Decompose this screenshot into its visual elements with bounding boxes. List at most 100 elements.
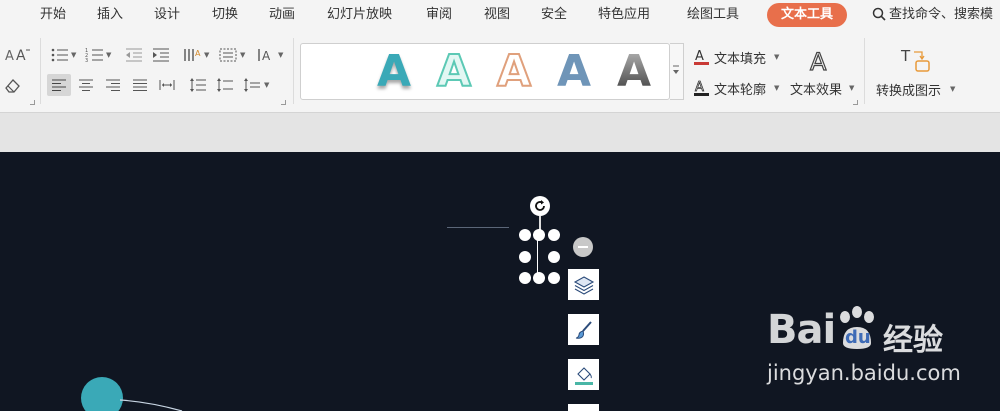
chevron-down-icon[interactable]: ▼ [204, 51, 209, 59]
line-spacing-button[interactable] [186, 74, 210, 96]
paragraph-spacing-button[interactable] [213, 74, 237, 96]
rotate-handle-stem [539, 216, 541, 230]
chevron-down-icon[interactable]: ▼ [278, 51, 283, 59]
align-left-icon [52, 79, 66, 91]
text-fill-icon: A [694, 49, 709, 65]
numbered-list-icon: 123 [85, 48, 103, 63]
numbered-list-button[interactable]: 123 [83, 44, 107, 66]
text-direction-button[interactable]: A [254, 44, 278, 66]
text-columns-button[interactable]: A [180, 44, 204, 66]
svg-text:A: A [195, 49, 201, 58]
svg-text:A: A [262, 49, 271, 63]
tab-design[interactable]: 设计 [154, 0, 180, 30]
resize-handle-top[interactable] [533, 229, 545, 241]
font-group-launcher[interactable] [30, 100, 35, 105]
mindmap-connector [120, 399, 183, 411]
minus-icon [578, 246, 588, 248]
line-spacing-icon [190, 78, 206, 92]
shape-fill-button[interactable] [568, 359, 599, 390]
wordart-group-launcher[interactable] [853, 100, 858, 105]
resize-handle-right[interactable] [548, 251, 560, 263]
columns-icon: A [184, 49, 201, 61]
wordart-style-gallery: A A A A A [300, 43, 670, 100]
text-fill-label: 文本填充 [714, 52, 767, 67]
chevron-down-icon: ▼ [950, 85, 956, 93]
outdent-icon [126, 48, 142, 62]
ribbon-separator [293, 38, 294, 104]
chevron-down-icon[interactable]: ▼ [264, 81, 269, 89]
fill-bucket-icon [574, 366, 593, 385]
font-shrink-icon: A [16, 48, 30, 63]
tab-review[interactable]: 审阅 [426, 0, 452, 30]
distribute-button[interactable] [155, 74, 179, 96]
mindmap-node-circle[interactable] [81, 377, 123, 411]
chevron-down-icon[interactable]: ▼ [240, 51, 245, 59]
justify-button[interactable] [128, 74, 152, 96]
tab-slideshow[interactable]: 幻灯片放映 [327, 0, 392, 30]
resize-handle-left[interactable] [519, 251, 531, 263]
tab-drawing-tools[interactable]: 绘图工具 [687, 0, 739, 30]
bullet-list-button[interactable] [48, 44, 72, 66]
text-effect-button[interactable]: A 文本效果 ▼ [788, 44, 860, 100]
tab-home[interactable]: 开始 [40, 0, 66, 30]
svg-text:A: A [16, 48, 26, 63]
increase-indent-button[interactable] [149, 44, 173, 66]
tab-insert[interactable]: 插入 [97, 0, 123, 30]
text-outline-button[interactable]: A 文本轮廓 ▼ [694, 77, 784, 98]
tab-text-tools[interactable]: 文本工具 [767, 3, 848, 27]
chevron-down-icon[interactable]: ▼ [71, 51, 76, 59]
command-search[interactable]: 查找命令、搜索模 [872, 0, 993, 30]
align-right-button[interactable] [101, 74, 125, 96]
rotate-handle[interactable] [530, 196, 550, 216]
ribbon: A A ▼ 123 ▼ A ▼ ▼ A ▼ ▼ A A A A A A 文本填充… [0, 30, 1000, 112]
ribbon-bottom-strip [0, 112, 1000, 152]
resize-handle-bottom-left[interactable] [519, 272, 531, 284]
clear-format-button[interactable] [0, 74, 24, 96]
paragraph-group-launcher[interactable] [281, 100, 286, 105]
rotate-icon [535, 200, 545, 211]
resize-handle-bottom[interactable] [533, 272, 545, 284]
bullet-list-icon [51, 48, 68, 62]
decrease-indent-button[interactable] [122, 44, 146, 66]
text-align-box-button[interactable] [216, 44, 240, 66]
convert-to-diagram-button[interactable]: T 转换成图示 ▼ [874, 44, 964, 100]
gallery-scroll-button[interactable] [670, 43, 684, 100]
more-quick-actions[interactable] [568, 404, 599, 411]
wordart-style-1[interactable]: A [371, 46, 417, 98]
wordart-style-5[interactable]: A [611, 46, 657, 98]
decrease-font-button[interactable]: A [10, 44, 34, 66]
resize-handle-top-right[interactable] [548, 229, 560, 241]
wordart-style-3[interactable]: A [491, 45, 537, 98]
align-center-icon [79, 79, 93, 91]
spacing-options-icon [244, 78, 260, 92]
ribbon-separator [864, 38, 865, 104]
tab-animation[interactable]: 动画 [269, 0, 295, 30]
align-left-button[interactable] [47, 74, 71, 96]
svg-text:A: A [695, 80, 704, 95]
wordart-style-2[interactable]: A [431, 45, 477, 98]
layer-arrange-button[interactable] [568, 269, 599, 300]
more-styles-icon [673, 65, 679, 74]
search-icon [872, 7, 886, 21]
layers-icon [573, 275, 594, 295]
indent-icon [153, 48, 169, 62]
tab-features[interactable]: 特色应用 [598, 0, 650, 30]
resize-handle-top-left[interactable] [519, 229, 531, 241]
chevron-down-icon[interactable]: ▼ [106, 51, 111, 59]
slide-canvas[interactable] [0, 152, 1000, 411]
align-center-button[interactable] [74, 74, 98, 96]
text-fill-button[interactable]: A 文本填充 ▼ [694, 46, 784, 67]
wordart-style-4[interactable]: A [551, 46, 597, 98]
svg-text:A: A [810, 48, 827, 76]
tab-transition[interactable]: 切换 [212, 0, 238, 30]
shape-style-button[interactable] [568, 314, 599, 345]
spacing-options-button[interactable] [240, 74, 264, 96]
align-right-icon [106, 79, 120, 91]
resize-handle-bottom-right[interactable] [548, 272, 560, 284]
paragraph-spacing-icon [217, 78, 233, 92]
tab-view[interactable]: 视图 [484, 0, 510, 30]
menu-bar: 开始 插入 设计 切换 动画 幻灯片放映 审阅 视图 安全 特色应用 绘图工具 … [0, 0, 1000, 30]
slide-line-shape[interactable] [447, 227, 509, 228]
collapse-toolbar-button[interactable] [573, 237, 593, 257]
tab-security[interactable]: 安全 [541, 0, 567, 30]
